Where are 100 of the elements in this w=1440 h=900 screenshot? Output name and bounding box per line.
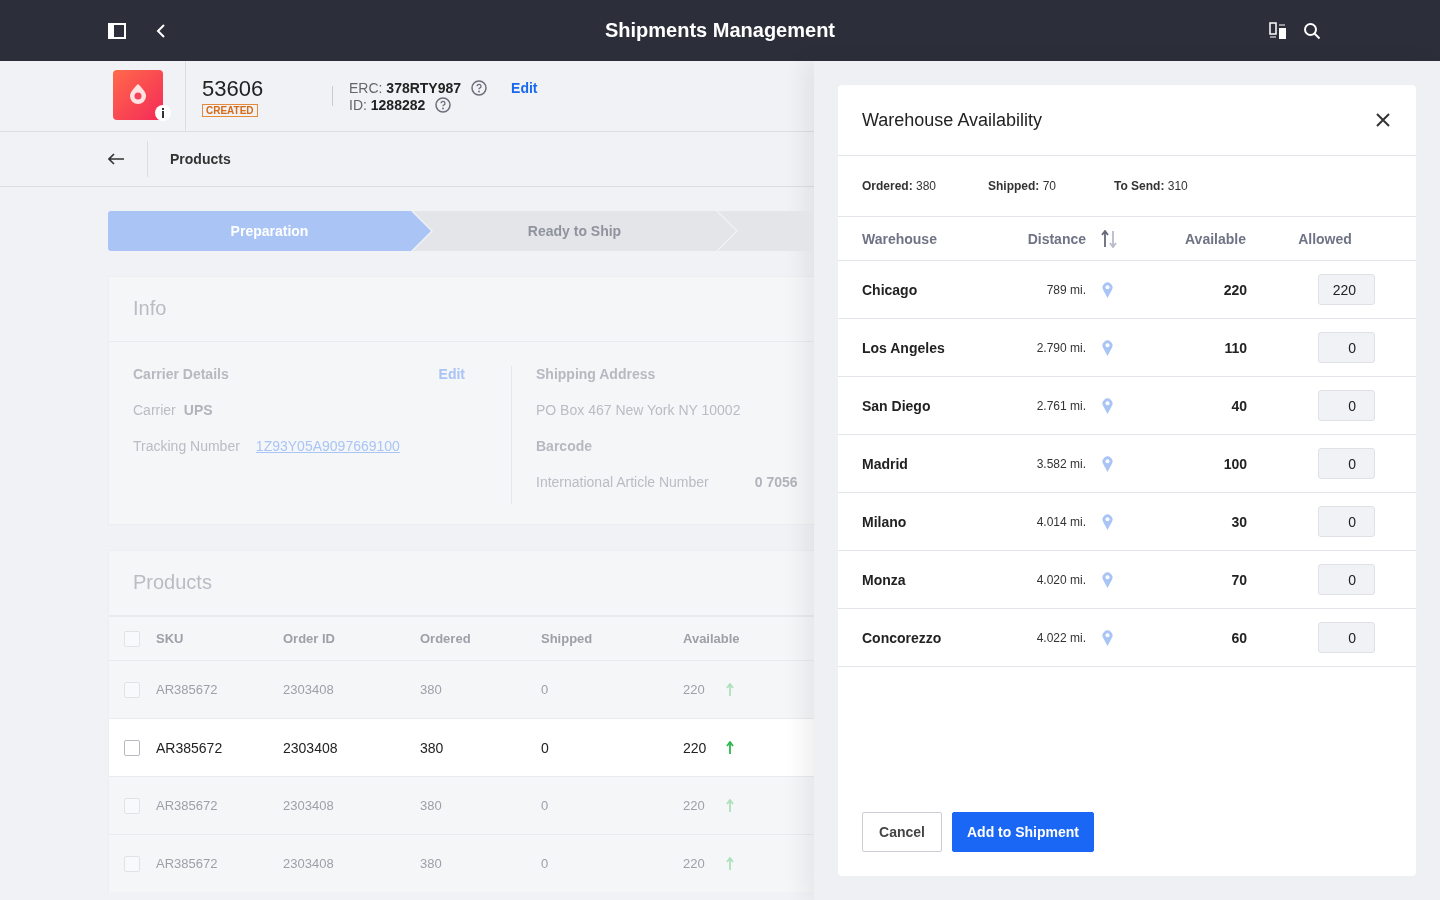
- split-view-icon[interactable]: [1269, 21, 1287, 40]
- table-cell-text: 380: [420, 739, 445, 756]
- table-cell-text: 4.022 mi.: [1035, 630, 1086, 645]
- product-row[interactable]: AR385672 2303408 380 0 220: [109, 718, 814, 776]
- table-cell-text: 380: [420, 798, 443, 813]
- column-header: Available: [683, 631, 740, 646]
- column-header[interactable]: Distance: [996, 230, 1086, 247]
- app-title: Shipments Management: [604, 19, 835, 42]
- card-title: Products: [109, 551, 814, 616]
- summary-stat: Ordered: 380: [862, 179, 938, 193]
- sidebar-toggle-icon[interactable]: [108, 22, 126, 39]
- column-header: Shipped: [541, 631, 594, 646]
- table-cell-text: 110: [1223, 339, 1247, 356]
- up-arrow-icon: [726, 799, 734, 812]
- table-cell-text: 4.014 mi.: [1035, 514, 1086, 529]
- allowed-input[interactable]: 0: [1318, 622, 1375, 653]
- allowed-input[interactable]: 0: [1318, 448, 1375, 479]
- section-title: Products: [147, 141, 231, 177]
- summary-stat: To Send: 310: [1114, 179, 1189, 193]
- column-header: Ordered: [420, 631, 472, 646]
- section-heading: Shipping Address: [536, 366, 657, 382]
- table-cell-text: AR385672: [156, 739, 224, 756]
- table-cell-text: Los Angeles: [862, 339, 946, 356]
- table-cell-text: Concorezzo: [862, 629, 943, 646]
- erc-code: ERC: 378RTY987: [349, 79, 462, 96]
- table-cell-text: 2303408: [283, 739, 339, 756]
- logo-icon: [113, 70, 171, 122]
- section-heading: Carrier Details: [133, 366, 229, 382]
- map-pin-icon[interactable]: [1102, 629, 1113, 646]
- table-cell-text: 380: [420, 682, 443, 697]
- table-cell-text: 0: [541, 856, 550, 871]
- checkbox[interactable]: [124, 739, 140, 756]
- column-header: SKU: [156, 631, 185, 646]
- table-cell-text: AR385672: [156, 682, 219, 697]
- table-cell-text: San Diego: [862, 397, 932, 414]
- help-icon[interactable]: [471, 79, 488, 96]
- allowed-input[interactable]: 0: [1318, 564, 1375, 595]
- field-value: 0 7056: [754, 474, 798, 490]
- table-cell-text: 60: [1230, 629, 1247, 646]
- column-header: Order ID: [283, 631, 336, 646]
- table-cell-text: 220: [683, 798, 706, 813]
- map-pin-icon[interactable]: [1102, 281, 1113, 298]
- table-cell-text: 0: [541, 682, 550, 697]
- table-cell-text: 220: [683, 682, 706, 697]
- table-cell-text: 3.582 mi.: [1035, 456, 1086, 471]
- shipment-id: ID: 1288282: [349, 96, 426, 113]
- table-cell-text: 2303408: [283, 798, 335, 813]
- table-cell-text: AR385672: [156, 856, 219, 871]
- search-icon[interactable]: [1303, 21, 1321, 40]
- product-row[interactable]: AR385672 2303408 380 0 220: [109, 834, 814, 892]
- summary-stat: Shipped: 70: [988, 179, 1057, 193]
- close-icon[interactable]: [1376, 113, 1390, 127]
- table-cell-text: Madrid: [862, 455, 909, 472]
- column-header: Warehouse: [862, 230, 938, 247]
- table-cell-text: 220: [683, 856, 706, 871]
- shipment-number: 53606: [202, 75, 264, 102]
- field-value: UPS: [183, 402, 213, 418]
- table-cell-text: 220: [683, 739, 708, 756]
- card-title: Info: [109, 277, 814, 342]
- table-cell-text: Chicago: [862, 281, 919, 298]
- up-arrow-icon: [726, 857, 734, 870]
- cancel-button[interactable]: Cancel: [862, 812, 942, 852]
- map-pin-icon[interactable]: [1102, 397, 1113, 414]
- field-label: Carrier: [133, 402, 176, 418]
- table-cell-text: 0: [541, 739, 550, 756]
- help-icon[interactable]: [435, 96, 452, 113]
- column-header: Available: [1184, 230, 1246, 247]
- table-cell-text: 4.020 mi.: [1035, 572, 1086, 587]
- section-heading: Barcode: [536, 438, 594, 454]
- address-text: PO Box 467 New York NY 10002: [536, 402, 742, 418]
- table-cell-text: 2303408: [283, 856, 335, 871]
- map-pin-icon[interactable]: [1102, 339, 1113, 356]
- table-cell-text: 2.790 mi.: [1035, 340, 1086, 355]
- column-header: Allowed: [1297, 230, 1353, 247]
- allowed-input[interactable]: 0: [1318, 390, 1375, 421]
- add-to-shipment-button[interactable]: Add to Shipment: [952, 812, 1094, 852]
- dialog-title: Warehouse Availability: [862, 109, 1043, 131]
- table-cell-text: AR385672: [156, 798, 219, 813]
- table-cell-text: 40: [1230, 397, 1247, 414]
- table-cell-text: 100: [1222, 455, 1247, 472]
- allowed-input[interactable]: 220: [1318, 274, 1375, 305]
- status-badge: CREATED: [202, 103, 258, 117]
- table-cell-text: 70: [1230, 571, 1247, 588]
- table-cell-text: 0: [541, 798, 550, 813]
- allowed-input[interactable]: 0: [1318, 332, 1375, 363]
- back-icon[interactable]: [156, 22, 166, 39]
- field-label: International Article Number: [536, 474, 709, 490]
- product-row[interactable]: AR385672 2303408 380 0 220: [109, 776, 814, 834]
- table-cell-text: 2.761 mi.: [1035, 398, 1086, 413]
- map-pin-icon[interactable]: [1102, 513, 1113, 530]
- edit-link[interactable]: Edit: [511, 79, 538, 96]
- allowed-input[interactable]: 0: [1318, 506, 1375, 537]
- field-label: Tracking Number: [133, 438, 240, 454]
- up-arrow-icon: [726, 741, 734, 754]
- sort-icon[interactable]: [1100, 229, 1118, 248]
- back-arrow-icon[interactable]: [108, 153, 125, 165]
- table-cell-text: 30: [1230, 513, 1247, 530]
- map-pin-icon[interactable]: [1102, 571, 1113, 588]
- up-arrow-icon: [726, 683, 734, 696]
- map-pin-icon[interactable]: [1102, 455, 1113, 472]
